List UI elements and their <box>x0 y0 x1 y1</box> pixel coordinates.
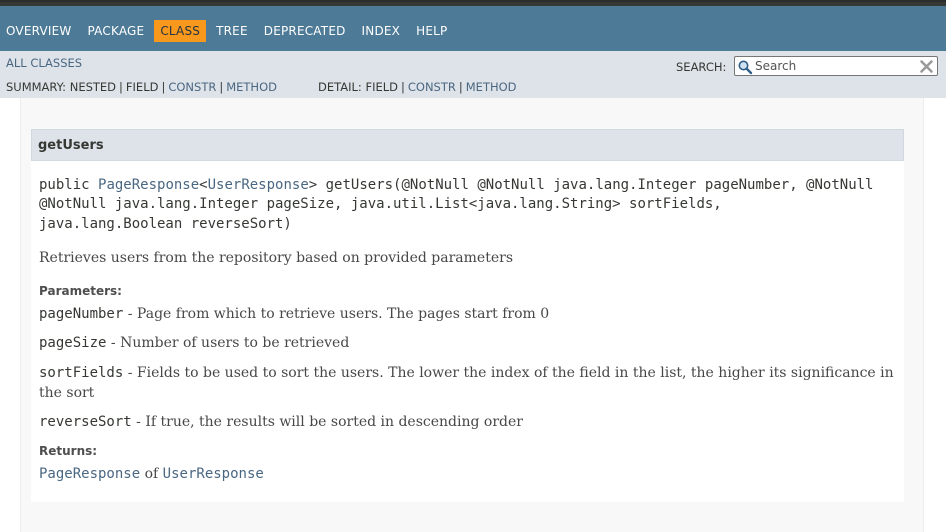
summary-nested: NESTED <box>69 80 117 94</box>
param-item: pageNumber - Page from which to retrieve… <box>39 304 899 324</box>
detail-label: DETAIL: <box>318 80 362 94</box>
type-arg-link[interactable]: UserResponse <box>208 177 309 193</box>
param-item: reverseSort - If true, the results will … <box>39 412 899 432</box>
nav-tree[interactable]: TREE <box>216 23 248 39</box>
returns-value: PageResponse of UserResponse <box>39 464 899 484</box>
param-item: pageSize - Number of users to be retriev… <box>39 333 899 353</box>
method-description: Retrieves users from the repository base… <box>39 250 514 266</box>
separator: | <box>401 80 405 94</box>
nav-deprecated[interactable]: DEPRECATED <box>264 23 346 39</box>
param-name: pageNumber <box>39 306 124 322</box>
top-strip-edge <box>0 0 946 2</box>
summary-label: SUMMARY: <box>6 80 67 94</box>
search-icon <box>738 60 753 75</box>
all-classes-link[interactable]: ALL CLASSES <box>6 56 82 70</box>
returns-of: of <box>140 466 163 482</box>
summary-constr-link[interactable]: CONSTR <box>168 80 216 94</box>
signature-line-1: public PageResponse<UserResponse> getUse… <box>39 176 874 195</box>
returns-type-arg-link[interactable]: UserResponse <box>163 466 264 482</box>
detail-constr-link[interactable]: CONSTR <box>408 80 456 94</box>
returns-type-link[interactable]: PageResponse <box>39 466 140 482</box>
search-input[interactable] <box>755 58 915 74</box>
detail-field: FIELD <box>365 80 398 94</box>
param-desc: - Fields to be used to sort the users. T… <box>39 365 894 401</box>
signature-line-3: java.lang.Boolean reverseSort) <box>39 216 292 232</box>
signature-prefix: public <box>39 177 99 193</box>
detail-method-link[interactable]: METHOD <box>466 80 517 94</box>
param-name: pageSize <box>39 335 107 351</box>
nav-list: OVERVIEW PACKAGE CLASS TREE DEPRECATED I… <box>6 20 463 42</box>
summary-method-link[interactable]: METHOD <box>226 80 277 94</box>
signature-line-2: @NotNull java.lang.Integer pageSize, jav… <box>39 196 722 212</box>
separator: | <box>219 80 224 94</box>
returns-label: Returns: <box>39 444 98 458</box>
param-name: sortFields <box>39 365 124 381</box>
return-type-link[interactable]: PageResponse <box>98 177 199 193</box>
nav-class[interactable]: CLASS <box>154 20 207 42</box>
signature-lt: < <box>199 177 208 193</box>
method-heading: getUsers <box>31 129 904 161</box>
param-item: sortFields - Fields to be used to sort t… <box>39 363 899 403</box>
top-navbar: OVERVIEW PACKAGE CLASS TREE DEPRECATED I… <box>0 6 946 51</box>
param-name: reverseSort <box>39 414 132 430</box>
sub-navbar: ALL CLASSES SEARCH: SUMMARY: NESTED|FIEL… <box>0 51 946 98</box>
nav-help[interactable]: HELP <box>416 23 447 39</box>
param-desc: - Page from which to retrieve users. The… <box>123 306 550 322</box>
param-desc: - Number of users to be retrieved <box>106 335 350 351</box>
parameters-label: Parameters: <box>39 284 122 298</box>
nav-index[interactable]: INDEX <box>362 23 401 39</box>
method-name: getUsers <box>38 138 104 153</box>
param-desc: - If true, the results will be sorted in… <box>131 414 523 430</box>
signature-rest: > getUsers(@NotNull @NotNull java.lang.I… <box>308 177 874 193</box>
nav-overview[interactable]: OVERVIEW <box>6 23 72 39</box>
separator: | <box>458 80 463 94</box>
nav-package[interactable]: PACKAGE <box>88 23 145 39</box>
search-label: SEARCH: <box>676 60 727 74</box>
separator: | <box>161 80 166 94</box>
separator: | <box>119 80 123 94</box>
summary-row: SUMMARY: NESTED | FIELD | CONSTR | METHOD <box>6 80 277 94</box>
summary-field: FIELD <box>125 80 159 94</box>
search-box[interactable] <box>734 56 938 76</box>
detail-row: DETAIL: FIELD | CONSTR | METHOD <box>318 80 517 94</box>
clear-search-icon[interactable] <box>919 59 934 74</box>
